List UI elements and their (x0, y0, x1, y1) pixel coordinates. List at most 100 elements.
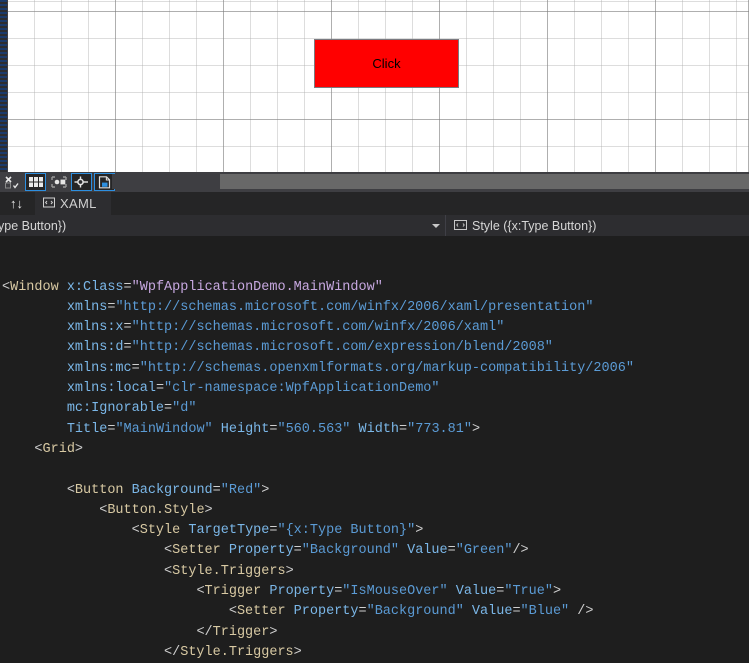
code-token: = (293, 543, 302, 559)
code-token: < (164, 563, 173, 579)
code-token: "d" (172, 401, 197, 417)
code-line[interactable]: xmlns="http://schemas.microsoft.com/winf… (0, 298, 749, 318)
grid-icon-button[interactable] (25, 173, 46, 191)
code-token: Height (220, 421, 270, 437)
code-line[interactable]: xmlns:mc="http://schemas.openxmlformats.… (0, 359, 749, 379)
code-token: = (399, 421, 408, 437)
code-token: Button.Style (107, 502, 205, 518)
designer-horizontal-scrollbar[interactable] (112, 174, 749, 189)
code-token: = (155, 381, 165, 397)
code-line[interactable]: <Button Background="Red"> (0, 481, 749, 501)
code-token: Style (139, 523, 181, 539)
code-token: Style.Triggers (172, 563, 286, 579)
code-token: "{x:Type Button}" (277, 523, 416, 539)
code-token: Setter (236, 604, 286, 620)
design-surface-grid[interactable]: Click (8, 0, 749, 172)
code-token: "http://schemas.microsoft.com/expression… (131, 340, 553, 356)
code-token: xmlns:mc (66, 360, 132, 376)
code-token: Trigger (212, 624, 270, 640)
code-token: x:Class (66, 279, 124, 295)
designer-horizontal-scrollbar-thumb[interactable] (220, 174, 749, 189)
effects-icon (5, 175, 20, 189)
code-token: Property (228, 543, 294, 559)
code-token: TargetType (188, 523, 270, 539)
code-token: < (34, 441, 43, 457)
effects-icon-button[interactable] (2, 173, 23, 191)
code-line[interactable] (0, 460, 749, 480)
member-dropdown-value: Style ({x:Type Button}) (472, 218, 597, 233)
code-line[interactable]: <Window x:Class="WpfApplicationDemo.Main… (0, 278, 749, 298)
alignment-icon (74, 176, 89, 188)
code-token: Property (269, 584, 335, 600)
code-token: xmlns:d (66, 340, 124, 356)
tab-xaml-label: XAML (60, 196, 97, 211)
member-dropdown[interactable]: Style ({x:Type Button}) (446, 215, 749, 236)
code-token: "Background" (301, 543, 399, 559)
code-token: = (123, 279, 132, 295)
swap-panes-icon: ↑↓ (10, 196, 23, 211)
code-token: = (164, 401, 173, 417)
code-token: "Background" (366, 604, 464, 620)
code-token: xmlns (66, 299, 108, 315)
code-token: < (196, 584, 205, 600)
code-line[interactable]: <Setter Property="Background" Value="Blu… (0, 602, 749, 622)
code-line[interactable]: xmlns:d="http://schemas.microsoft.com/ex… (0, 338, 749, 358)
snap-icon-button[interactable] (48, 173, 69, 191)
design-surface-button[interactable]: Click (314, 39, 459, 88)
code-token: = (358, 604, 367, 620)
code-line[interactable]: <Trigger Property="IsMouseOver" Value="T… (0, 582, 749, 602)
member-icon (454, 219, 467, 233)
code-token: = (212, 482, 221, 498)
xaml-icon (43, 196, 55, 211)
code-line[interactable]: <Setter Property="Background" Value="Gre… (0, 541, 749, 561)
code-line[interactable]: xmlns:x="http://schemas.microsoft.com/wi… (0, 318, 749, 338)
code-line[interactable]: </Style.Triggers> (0, 643, 749, 663)
xaml-designer-pane[interactable]: Click (0, 0, 749, 172)
code-token: /> (577, 604, 594, 620)
code-token: Grid (42, 441, 75, 457)
alignment-icon-button[interactable] (71, 173, 92, 191)
code-token: "http://schemas.microsoft.com/winfx/2006… (131, 320, 505, 336)
code-token: > (415, 523, 424, 539)
code-token: "Green" (455, 543, 513, 559)
code-line[interactable]: </Trigger> (0, 623, 749, 643)
code-line[interactable]: Title="MainWindow" Height="560.563" Widt… (0, 420, 749, 440)
grid-icon (28, 176, 43, 188)
code-line[interactable]: mc:Ignorable="d" (0, 399, 749, 419)
code-line[interactable]: <Style.Triggers> (0, 562, 749, 582)
code-token: Width (358, 421, 400, 437)
code-token: > (204, 502, 213, 518)
type-dropdown[interactable]: ype Button}) (0, 215, 446, 236)
snap-icon (50, 176, 67, 188)
tab-xaml[interactable]: XAML (35, 192, 111, 215)
code-token: > (285, 563, 294, 579)
code-token: /> (512, 543, 529, 559)
xaml-code-editor[interactable]: <Window x:Class="WpfApplicationDemo.Main… (0, 236, 749, 663)
design-surface-button-label: Click (372, 56, 401, 71)
code-line[interactable]: <Button.Style> (0, 501, 749, 521)
code-token: "MainWindow" (115, 421, 213, 437)
code-token: < (164, 543, 173, 559)
code-token: < (66, 482, 75, 498)
code-token: > (269, 624, 278, 640)
code-line[interactable]: <Grid> (0, 440, 749, 460)
swap-panes-button[interactable]: ↑↓ (0, 192, 33, 215)
code-token: "Blue" (520, 604, 570, 620)
code-line[interactable]: xmlns:local="clr-namespace:WpfApplicatio… (0, 379, 749, 399)
code-line[interactable]: <Style TargetType="{x:Type Button}"> (0, 521, 749, 541)
